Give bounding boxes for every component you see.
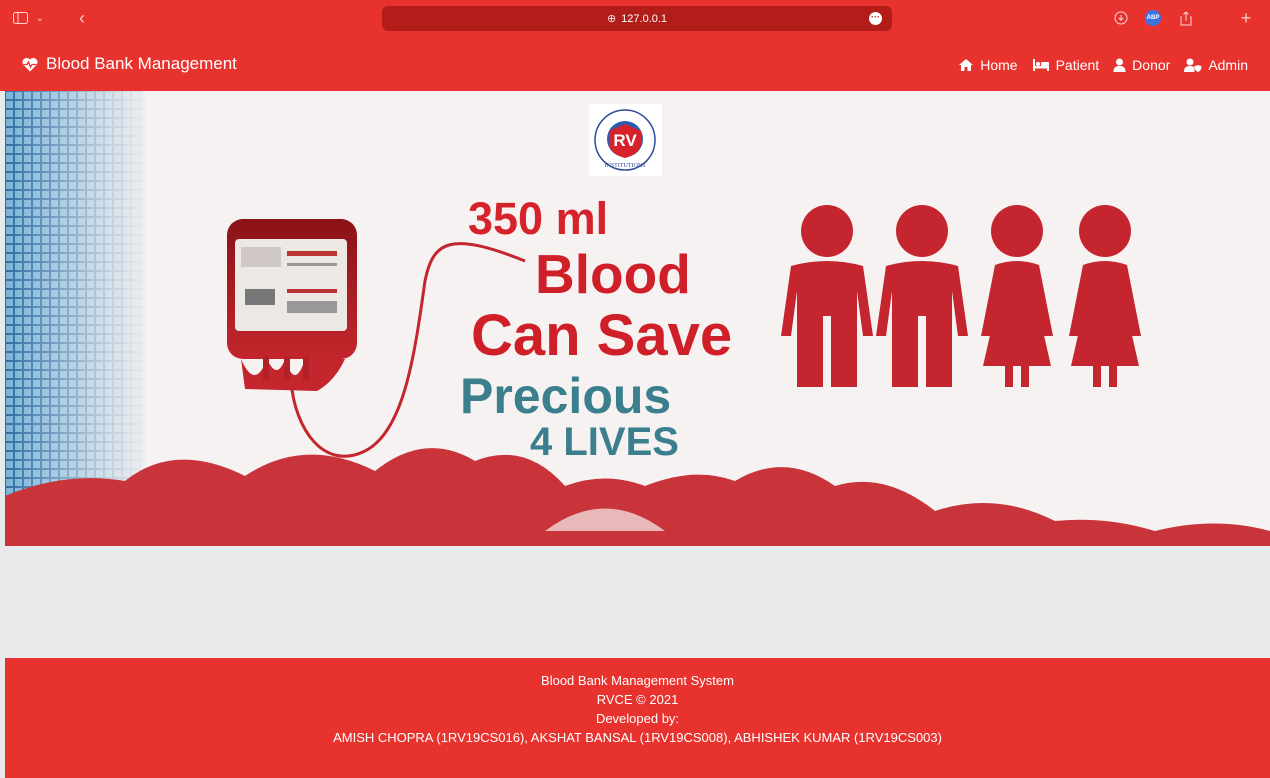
brand-title: Blood Bank Management [46,54,237,73]
navbar: Blood Bank Management Home Patient Donor… [0,36,1270,91]
browser-toolbar: ⌄ ‹ ⊕ 127.0.0.1 ··· ABP + [0,0,1270,36]
pixel-pattern-decoration [5,91,155,501]
content-area [5,546,1270,658]
url-text: 127.0.0.1 [621,12,668,25]
svg-text:INSTITUTIONS: INSTITUTIONS [605,163,646,169]
nav-admin-label: Admin [1208,57,1248,73]
globe-icon: ⊕ [606,13,617,25]
nav-home-link[interactable]: Home [958,57,1018,73]
hero-banner: RV INSTITUTIONS 350 ml Blood Can Save Pr… [5,91,1270,546]
slogan-line-5: 4 LIVES [530,420,679,464]
adblock-extension-icon[interactable]: ABP [1144,9,1162,27]
bed-icon [1032,59,1049,71]
brand[interactable]: Blood Bank Management [22,54,237,74]
slogan-line-4: Precious [460,368,671,424]
slogan: 350 ml Blood Can Save Precious 4 LIVES [460,193,732,464]
user-icon [1113,58,1126,72]
footer: Blood Bank Management System RVCE © 2021… [5,658,1270,778]
user-shield-icon [1184,58,1202,72]
footer-developed-by: Developed by: [595,711,680,726]
nav-home-label: Home [980,57,1018,73]
more-icon[interactable]: ··· [869,12,882,25]
nav-links: Home Patient Donor Admin [944,57,1248,73]
rv-institutions-logo: RV INSTITUTIONS [589,104,662,176]
nav-patient-link[interactable]: Patient [1032,57,1100,73]
share-icon[interactable] [1178,9,1194,27]
footer-developers: AMISH CHOPRA (1RV19CS016), AKSHAT BANSAL… [333,730,942,745]
slogan-line-1: 350 ml [468,193,608,244]
nav-donor-link[interactable]: Donor [1113,57,1170,73]
svg-text:RV: RV [613,131,637,150]
back-icon[interactable]: ‹ [76,8,88,28]
slogan-line-2: Blood [535,243,691,305]
people-silhouettes [781,205,1141,387]
footer-system-name: Blood Bank Management System [541,673,734,688]
new-tab-icon[interactable]: + [1238,8,1254,28]
heartbeat-icon [22,57,38,71]
download-icon[interactable] [1113,9,1129,27]
address-bar[interactable]: ⊕ 127.0.0.1 ··· [382,6,892,31]
nav-patient-label: Patient [1055,57,1100,73]
footer-copyright: RVCE © 2021 [596,692,679,707]
home-icon [959,59,974,71]
nav-donor-label: Donor [1132,57,1171,73]
nav-admin-link[interactable]: Admin [1184,57,1248,73]
chevron-down-icon[interactable]: ⌄ [34,9,46,27]
sidebar-toggle-icon[interactable] [12,9,28,27]
slogan-line-3: Can Save [471,303,732,368]
